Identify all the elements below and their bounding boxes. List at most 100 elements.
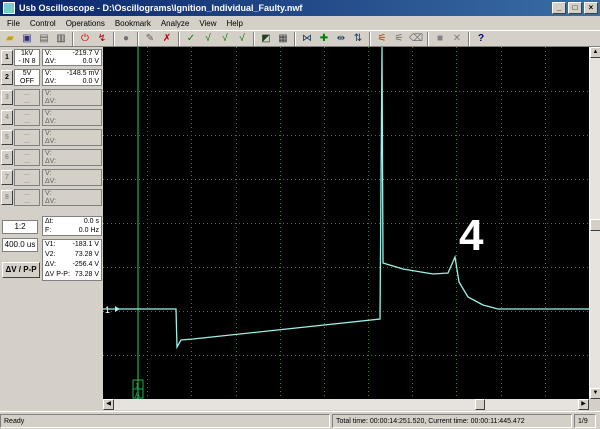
toolbar-separator — [178, 31, 180, 46]
delta-voltage-label: ΔV: — [45, 78, 57, 85]
channel-settings[interactable]: ...... — [14, 149, 40, 166]
horizontal-scroll-thumb[interactable] — [475, 399, 485, 410]
move-icon[interactable]: ✚ — [317, 32, 331, 46]
probe-icon[interactable]: ⚟ — [375, 32, 389, 46]
voltage-label: V: — [45, 150, 52, 157]
menu-help[interactable]: Help — [222, 19, 248, 28]
measure-mode-button[interactable]: ΔV / P-P — [2, 262, 40, 278]
status-page: 1/9 — [574, 413, 596, 428]
channel-toggle-button[interactable]: 5 — [1, 130, 13, 145]
invert-icon[interactable]: ◩ — [259, 32, 273, 46]
channel-settings[interactable]: ...... — [14, 169, 40, 186]
split-icon[interactable]: ⇹ — [334, 32, 348, 46]
channel-input: ... — [24, 118, 30, 125]
check-v3-icon[interactable]: √ — [235, 32, 249, 46]
delta-voltage-label: ΔV: — [45, 58, 57, 65]
channel-settings[interactable]: 1kV - IN 8 — [14, 49, 40, 66]
delta-voltage-value — [63, 118, 101, 126]
v1-value: -183.1 V — [72, 241, 99, 248]
scroll-down-arrow[interactable]: ▼ — [590, 388, 600, 399]
channel-row: 2 5V OFF V: -148.5 mV ΔV: 0.0 V — [0, 68, 103, 87]
channel-toggle-button[interactable]: 4 — [1, 110, 13, 125]
channel-toggle-button[interactable]: 6 — [1, 150, 13, 165]
channel-readout: V: ΔV: — [42, 129, 102, 146]
channel-range: ... — [24, 110, 30, 117]
scale-selector[interactable]: 1:2 — [2, 220, 38, 234]
channel-settings[interactable]: ...... — [14, 189, 40, 206]
save-as-icon[interactable]: ▤ — [37, 32, 51, 46]
close-icon[interactable]: ✕ — [450, 32, 464, 46]
voltage-value — [63, 150, 101, 158]
help-icon[interactable]: ? — [474, 32, 488, 46]
voltage-label: V: — [45, 170, 52, 177]
v2-label: V2: — [45, 251, 56, 258]
toolbar-separator — [253, 31, 255, 46]
open-icon[interactable]: ▰ — [3, 32, 17, 46]
dv-value: -256.4 V — [72, 261, 99, 268]
close-button[interactable]: × — [584, 2, 598, 14]
align-icon[interactable]: ⇅ — [351, 32, 365, 46]
delta-voltage-value: 0.0 V — [82, 78, 99, 85]
channel-toggle-button[interactable]: 8 — [1, 190, 13, 205]
marker-icon[interactable]: ⋈ — [300, 32, 314, 46]
v2-value: 73.28 V — [74, 251, 99, 258]
menu-operations[interactable]: Operations — [61, 19, 110, 28]
erase-icon[interactable]: ⌫ — [409, 32, 423, 46]
channel-settings[interactable]: ...... — [14, 89, 40, 106]
voltage-value: -148.5 mV — [66, 70, 99, 77]
channel-input: ... — [24, 198, 30, 205]
channel-range: 1kV — [20, 50, 34, 57]
channel-input: ... — [24, 138, 30, 145]
menu-file[interactable]: File — [2, 19, 25, 28]
oscilloscope-display[interactable]: 1 1 A 4 — [103, 47, 589, 399]
stop-square-icon[interactable]: ■ — [433, 32, 447, 46]
channel-toggle-button[interactable]: 1 — [1, 50, 13, 65]
reverse-icon[interactable]: ↯ — [95, 32, 109, 46]
voltage-label: V: — [45, 90, 52, 97]
scroll-up-arrow[interactable]: ▲ — [590, 47, 600, 58]
voltage-measurement: V1: -183.1 V V2: 73.28 V ΔV: -256.4 V ΔV P-… — [42, 239, 102, 281]
delta-voltage-label: ΔV: — [45, 118, 57, 125]
vertical-scrollbar[interactable]: ▲ ▼ — [589, 47, 600, 399]
title-bar: Usb Oscilloscope - D:\Oscillograms\Ignit… — [0, 0, 600, 16]
status-bar: Ready Total time: 00:00:14:251.520, Curr… — [0, 411, 600, 429]
record-icon[interactable]: ● — [119, 32, 133, 46]
minimize-button[interactable]: _ — [552, 2, 566, 14]
channel-settings[interactable]: ...... — [14, 129, 40, 146]
print-icon[interactable]: ▥ — [54, 32, 68, 46]
channel-toggle-button[interactable]: 3 — [1, 90, 13, 105]
save-icon[interactable]: ▣ — [20, 32, 34, 46]
channel-input: - IN 8 — [18, 58, 36, 65]
check-icon[interactable]: ✓ — [184, 32, 198, 46]
cursor-tag-bottom-label: A — [135, 392, 140, 399]
scope-canvas[interactable]: 1 1 A — [103, 47, 589, 399]
channel-toggle-button[interactable]: 7 — [1, 170, 13, 185]
stop-icon[interactable]: ⏻ — [78, 32, 92, 46]
cursor-add-icon[interactable]: ✎ — [143, 32, 157, 46]
grid-icon[interactable]: ▦ — [276, 32, 290, 46]
vertical-scroll-thumb[interactable] — [590, 219, 600, 231]
channel-settings[interactable]: 5V OFF — [14, 69, 40, 86]
check-v1-icon[interactable]: √ — [201, 32, 215, 46]
menu-view[interactable]: View — [194, 19, 221, 28]
delta-voltage-value — [63, 178, 101, 186]
check-v2-icon[interactable]: √ — [218, 32, 232, 46]
scroll-left-arrow[interactable]: ◀ — [103, 399, 114, 410]
dt-value: 0.0 s — [83, 218, 99, 225]
channel-toggle-button[interactable]: 2 — [1, 70, 13, 85]
cursor-delete-icon[interactable]: ✗ — [160, 32, 174, 46]
menu-bar: File Control Operations Bookmark Analyze… — [0, 16, 600, 30]
channel-input: OFF — [20, 78, 34, 85]
scroll-right-arrow[interactable]: ▶ — [578, 399, 589, 410]
channel-readout: V: ΔV: — [42, 89, 102, 106]
toolbar-separator — [468, 31, 470, 46]
channel-settings[interactable]: ...... — [14, 109, 40, 126]
probe-off-icon[interactable]: ⚟ — [392, 32, 406, 46]
menu-control[interactable]: Control — [25, 19, 61, 28]
menu-analyze[interactable]: Analyze — [156, 19, 194, 28]
horizontal-scrollbar[interactable]: ◀ ▶ — [103, 399, 589, 410]
timebase-selector[interactable]: 400.0 us — [2, 238, 38, 252]
delta-voltage-label: ΔV: — [45, 198, 57, 205]
menu-bookmark[interactable]: Bookmark — [110, 19, 156, 28]
maximize-button[interactable]: □ — [568, 2, 582, 14]
